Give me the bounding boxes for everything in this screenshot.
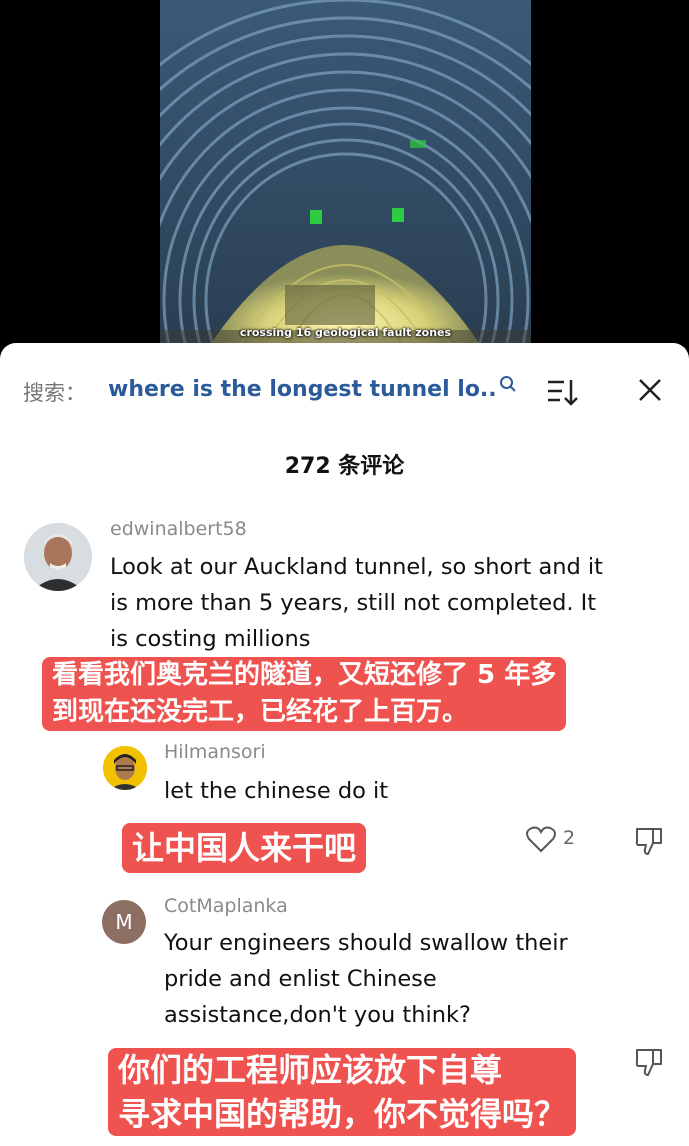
video-frame[interactable]: crossing 16 geological fault zones (160, 0, 531, 360)
comment-text-line: assistance,don't you think? (164, 1002, 471, 1028)
translation-overlay: 让中国人来干吧 (122, 823, 367, 873)
comment-text: let the chinese do it (164, 773, 388, 809)
search-label: 搜索： (23, 381, 86, 405)
avatar[interactable] (24, 523, 92, 591)
translation-overlay: 你们的工程师应该放下自尊 寻求中国的帮助，你不觉得吗？ (108, 1048, 577, 1136)
search-query-link[interactable]: where is the longest tunnel lo... (108, 377, 496, 402)
close-icon[interactable] (637, 377, 663, 407)
comment-text-line: Your engineers should swallow their (164, 930, 568, 956)
avatar-letter: M (115, 910, 133, 934)
translation-line: 你们的工程师应该放下自尊 (118, 1051, 503, 1089)
comments-sheet: 搜索： where is the longest tunnel lo... 27… (0, 343, 689, 1146)
sort-icon[interactable] (546, 377, 580, 411)
avatar[interactable] (103, 746, 147, 790)
tunnel-video-image (160, 0, 531, 360)
translation-line: 看看我们奥克兰的隧道，又短还修了 5 年多 (52, 660, 557, 690)
dislike-icon[interactable] (634, 825, 666, 861)
video-caption: crossing 16 geological fault zones (239, 326, 452, 339)
search-icon[interactable] (499, 375, 517, 397)
comment-text: Look at our Auckland tunnel, so short an… (110, 549, 603, 657)
comment-text-line: is costing millions (110, 626, 311, 652)
comment-text-line: pride and enlist Chinese (164, 966, 437, 992)
translation-line: 寻求中国的帮助，你不觉得吗？ (118, 1095, 567, 1133)
comment-username[interactable]: CotMaplanka (164, 895, 288, 917)
comment-username[interactable]: edwinalbert58 (110, 518, 247, 540)
avatar[interactable]: M (102, 900, 146, 944)
comment-text-line: Look at our Auckland tunnel, so short an… (110, 554, 604, 580)
heart-icon[interactable] (526, 825, 556, 857)
translation-line: 让中国人来干吧 (132, 829, 357, 867)
translation-overlay: 看看我们奥克兰的隧道，又短还修了 5 年多 到现在还没完工，已经花了上百万。 (42, 657, 567, 731)
comment-text: Your engineers should swallow their prid… (164, 925, 568, 1033)
search-bar[interactable]: 搜索： where is the longest tunnel lo... (0, 365, 689, 415)
comment-text-line: is more than 5 years, still not complete… (110, 590, 597, 616)
dislike-icon[interactable] (634, 1046, 666, 1082)
translation-line: 到现在还没完工，已经花了上百万。 (52, 697, 469, 727)
comment-username[interactable]: Hilmansori (164, 741, 266, 763)
like-count: 2 (563, 827, 576, 849)
comment-text-line: let the chinese do it (164, 778, 389, 804)
comment-count: 272 条评论 (284, 454, 405, 479)
